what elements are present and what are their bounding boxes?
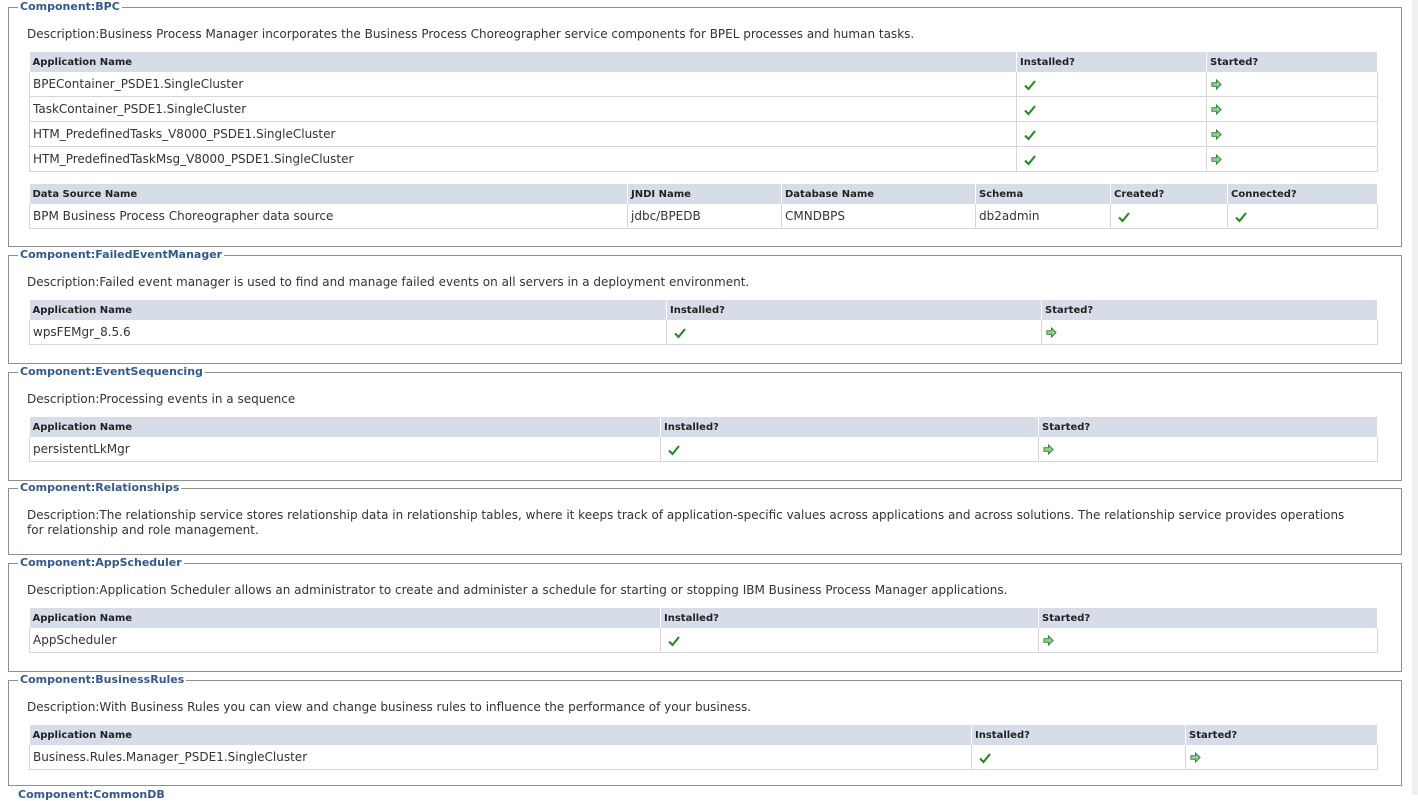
check-icon [1118,211,1130,222]
component-description: Description:Processing events in a seque… [27,392,296,406]
application-name: Business.Rules.Manager_PSDE1.SingleClust… [29,745,972,770]
table-row: HTM_PredefinedTaskMsg_V8000_PSDE1.Single… [29,146,1378,172]
schema-name: db2admin [975,204,1111,229]
component-event-sequencing: Component:EventSequencing Description:Pr… [8,365,1402,481]
component-legend: Component:Relationships [18,481,182,495]
vertical-scrollbar[interactable] [1412,0,1418,795]
component-description: Description:Failed event manager is used… [27,275,750,289]
check-icon [979,752,991,763]
table-header: Application Name Installed? Started? [29,608,1378,628]
started-arrow-icon [1043,444,1054,455]
component-bpc: Component:BPC Description:Business Proce… [8,0,1402,247]
column-header: Started? [1038,608,1378,628]
component-description: Description:Application Scheduler allows… [27,583,1008,597]
column-header: Database Name [781,184,976,204]
column-header: Installed? [971,725,1186,745]
started-arrow-icon [1043,635,1054,646]
component-legend: Component:BPC [18,0,122,14]
application-table: Application Name Installed? Started? per… [29,417,1378,462]
check-icon [1024,129,1036,140]
column-header: Started? [1041,300,1378,320]
component-legend: Component:EventSequencing [18,365,205,379]
table-header: Application Name Installed? Started? [29,725,1378,745]
datasource-table: Data Source Name JNDI Name Database Name… [29,184,1378,229]
check-icon [668,635,680,646]
application-name: TaskContainer_PSDE1.SingleCluster [29,96,1017,122]
check-icon [1024,79,1036,90]
database-name: CMNDBPS [781,204,976,229]
table-header: Application Name Installed? Started? [29,417,1378,437]
application-table: Application Name Installed? Started? App… [29,608,1378,653]
column-header: Data Source Name [29,184,628,204]
application-name: wpsFEMgr_8.5.6 [29,320,667,345]
table-row: Business.Rules.Manager_PSDE1.SingleClust… [29,745,1378,770]
column-header: Started? [1185,725,1378,745]
jndi-name: jdbc/BPEDB [627,204,782,229]
table-header: Application Name Installed? Started? [29,52,1378,72]
component-business-rules: Component:BusinessRules Description:With… [8,673,1402,786]
table-row: AppScheduler [29,628,1378,653]
table-row: persistentLkMgr [29,437,1378,462]
application-table: Application Name Installed? Started? wps… [29,300,1378,345]
started-arrow-icon [1190,752,1201,763]
application-name: AppScheduler [29,628,661,653]
component-description: Description:With Business Rules you can … [27,700,752,714]
check-icon [1024,154,1036,165]
table-row: BPM Business Process Choreographer data … [29,204,1378,229]
check-icon [668,444,680,455]
check-icon [1235,211,1247,222]
datasource-name: BPM Business Process Choreographer data … [29,204,628,229]
table-header: Data Source Name JNDI Name Database Name… [29,184,1378,204]
column-header: Started? [1038,417,1378,437]
component-relationships: Component:Relationships Description:The … [8,481,1402,555]
application-name: BPEContainer_PSDE1.SingleCluster [29,72,1017,97]
check-icon [1024,104,1036,115]
component-legend: Component:AppScheduler [18,556,184,570]
application-name: HTM_PredefinedTaskMsg_V8000_PSDE1.Single… [29,146,1017,172]
table-row: BPEContainer_PSDE1.SingleCluster [29,72,1378,97]
column-header: Created? [1110,184,1228,204]
table-header: Application Name Installed? Started? [29,300,1378,320]
started-arrow-icon [1211,104,1222,115]
application-name: persistentLkMgr [29,437,661,462]
column-header: Schema [975,184,1111,204]
component-failed-event-manager: Component:FailedEventManager Description… [8,248,1402,364]
component-app-scheduler: Component:AppScheduler Description:Appli… [8,556,1402,672]
column-header: Connected? [1227,184,1378,204]
component-description: Description:The relationship service sto… [27,508,1345,537]
column-header: Application Name [29,608,661,628]
component-legend: Component:FailedEventManager [18,248,225,262]
table-row: wpsFEMgr_8.5.6 [29,320,1378,345]
table-row: TaskContainer_PSDE1.SingleCluster [29,96,1378,122]
application-name: HTM_PredefinedTasks_V8000_PSDE1.SingleCl… [29,121,1017,147]
column-header: Application Name [29,52,1017,72]
started-arrow-icon [1211,129,1222,140]
column-header: Installed? [660,608,1039,628]
column-header: JNDI Name [627,184,782,204]
column-header: Application Name [29,300,667,320]
table-row: HTM_PredefinedTasks_V8000_PSDE1.SingleCl… [29,121,1378,147]
column-header: Application Name [29,417,661,437]
column-header: Installed? [1016,52,1207,72]
started-arrow-icon [1211,79,1222,90]
application-table: Application Name Installed? Started? BPE… [29,52,1378,172]
application-table: Application Name Installed? Started? Bus… [29,725,1378,770]
component-description: Description:Business Process Manager inc… [27,27,915,41]
started-arrow-icon [1211,154,1222,165]
started-arrow-icon [1046,327,1057,338]
component-legend: Component:BusinessRules [18,673,187,687]
column-header: Installed? [666,300,1042,320]
column-header: Started? [1206,52,1378,72]
check-icon [674,327,686,338]
column-header: Installed? [660,417,1039,437]
column-header: Application Name [29,725,972,745]
